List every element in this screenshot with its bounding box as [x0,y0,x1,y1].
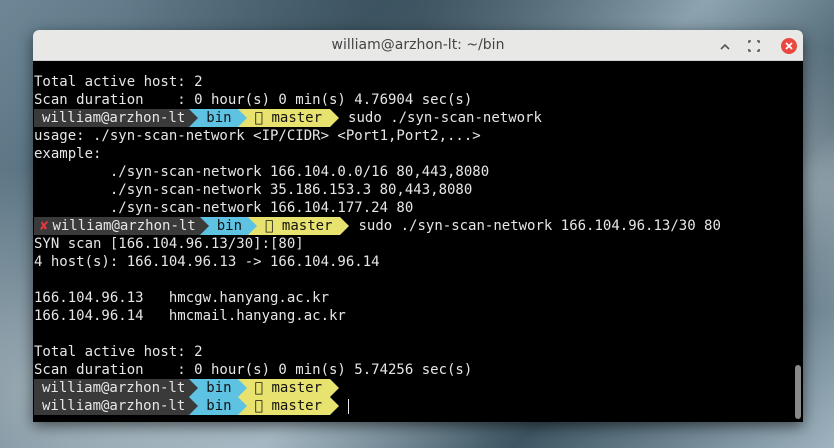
output-line: ./syn-scan-network 166.104.0.0/16 80,443… [34,164,490,180]
output-line: Scan duration : 0 hour(s) 0 min(s) 4.769… [34,92,473,108]
prompt-git:  master [246,397,331,415]
scrollbar-thumb[interactable] [795,365,801,419]
branch-icon:  [254,110,264,126]
output-line: 4 host(s): 166.104.96.13 -> 166.104.96.1… [34,254,380,270]
prompt-user: william@arzhon-lt [34,379,190,397]
error-icon: ✘ [40,218,49,234]
prompt-git:  master [246,109,331,127]
prompt-dir: bin [208,217,249,235]
prompt-separator [189,379,199,397]
prompt-dir: bin [198,379,238,397]
prompt-line: ✘william@arzhon-lt bin  master sudo ./syn-… [34,217,791,235]
branch-icon:  [265,218,274,234]
prompt-git:  master [257,217,341,235]
prompt-separator [199,217,209,235]
close-button[interactable] [781,38,797,54]
prompt-separator [248,217,258,235]
prompt-separator [330,397,340,415]
branch-icon:  [254,380,264,396]
close-icon [785,42,793,50]
output-line: Total active host: 2 [34,344,203,360]
prompt-branch: master [281,218,333,234]
branch-icon:  [254,398,264,414]
prompt-separator [237,109,247,127]
prompt-user: william@arzhon-lt [34,397,190,415]
output-line: example: [34,146,102,162]
prompt-dir: bin [198,109,238,127]
prompt-user: william@arzhon-lt [52,218,196,234]
terminal-window[interactable]: william@arzhon-lt: ~/bin Total active ho… [33,30,803,422]
output-line: Scan duration : 0 hour(s) 0 min(s) 5.742… [34,362,473,378]
terminal-output[interactable]: Total active host: 2 Scan duration : 0 h… [33,61,791,422]
prompt-separator [237,379,247,397]
command-text: sudo ./syn-scan-network 166.104.96.13/30… [358,218,721,234]
prompt-branch: master [271,110,323,126]
prompt-separator [189,109,199,127]
prompt-user: william@arzhon-lt [34,109,190,127]
prompt-branch: master [271,398,323,414]
output-line: Total active host: 2 [34,74,203,90]
prompt-git:  master [246,379,331,397]
prompt-separator [189,397,199,415]
output-line: SYN scan [166.104.96.13/30]:[80] [34,236,304,252]
prompt-dir: bin [198,397,238,415]
prompt-separator [330,109,340,127]
prompt-line: william@arzhon-lt bin  master [34,379,791,397]
output-line: 166.104.96.14 hmcmail.hanyang.ac.kr [34,308,346,324]
window-title: william@arzhon-lt: ~/bin [331,37,505,53]
minimize-icon[interactable] [717,38,733,54]
text-cursor[interactable] [348,398,350,414]
title-bar[interactable]: william@arzhon-lt: ~/bin [33,30,803,61]
output-line: ./syn-scan-network 166.104.177.24 80 [34,200,414,216]
prompt-line: william@arzhon-lt bin  master [34,397,791,415]
output-line: 166.104.96.13 hmcgw.hanyang.ac.kr [34,290,330,306]
prompt-separator [330,379,340,397]
prompt-line: william@arzhon-lt bin  master sudo ./syn-s… [34,109,791,127]
maximize-icon[interactable] [746,38,762,54]
prompt-branch: master [271,380,323,396]
prompt-separator [237,397,247,415]
output-line: ./syn-scan-network 35.186.153.3 80,443,8… [34,182,473,198]
prompt-user-segment: ✘ william@arzhon-lt [34,217,200,235]
command-text: sudo ./syn-scan-network [348,110,542,126]
output-line: usage: ./syn-scan-network <IP/CIDR> <Por… [34,128,481,144]
